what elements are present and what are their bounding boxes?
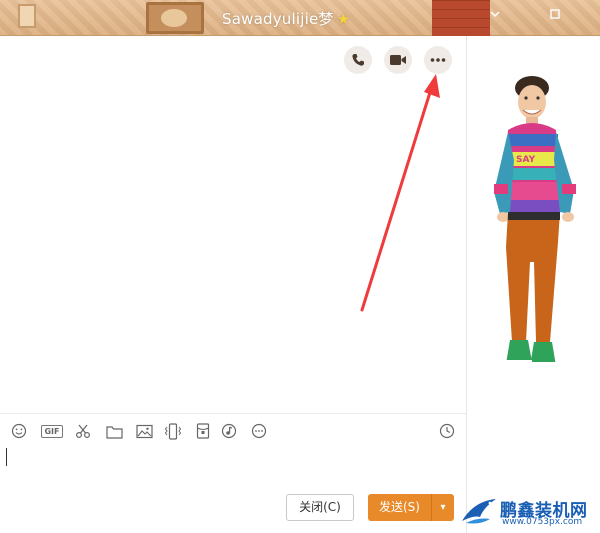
send-file-button[interactable] (105, 422, 123, 440)
ellipsis-icon (430, 58, 446, 62)
svg-text:SAY: SAY (516, 155, 536, 165)
clock-icon (439, 423, 455, 439)
close-button[interactable]: 关闭(C) (286, 494, 354, 521)
window-title: Sawadyulijie梦 ★ (222, 8, 350, 29)
contact-name: Sawadyulijie梦 (222, 10, 334, 28)
square-icon (550, 9, 560, 19)
gif-button[interactable]: GIF (40, 422, 64, 440)
screenshot-button[interactable] (74, 422, 92, 440)
music-icon (221, 423, 237, 439)
red-packet-icon (196, 423, 210, 439)
folder-icon (105, 425, 123, 439)
title-bar-decoration (18, 4, 36, 28)
circle-ellipsis-icon (251, 423, 267, 439)
star-icon: ★ (336, 10, 351, 28)
watermark-url: www.0753px.com (502, 517, 583, 527)
title-bar-decoration (146, 2, 204, 34)
chevron-down-icon (490, 11, 500, 18)
image-icon (135, 424, 153, 438)
send-button[interactable]: 发送(S) (368, 494, 432, 521)
input-toolbar: GIF (0, 413, 466, 447)
voice-call-button[interactable] (344, 46, 372, 74)
phone-icon (352, 54, 364, 66)
vibrate-phone-icon (164, 422, 182, 440)
text-caret (6, 448, 7, 466)
title-bar-decoration (432, 0, 490, 36)
bird-logo-icon (462, 499, 496, 524)
smiley-icon (11, 423, 27, 439)
site-watermark: 鹏鑫装机网 www.0753px.com (458, 493, 600, 533)
video-camera-icon (390, 55, 406, 65)
video-call-button[interactable] (384, 46, 412, 74)
red-packet-button[interactable] (194, 422, 212, 440)
minimize-button[interactable] (486, 8, 504, 26)
send-options-dropdown[interactable]: ▾ (432, 494, 454, 521)
more-tools-button[interactable] (250, 422, 268, 440)
shake-window-button[interactable] (164, 422, 182, 440)
maximize-button[interactable] (546, 8, 564, 26)
music-button[interactable] (220, 422, 238, 440)
send-image-button[interactable] (135, 422, 153, 440)
emoji-button[interactable] (10, 422, 28, 440)
title-bar[interactable]: Sawadyulijie梦 ★ (0, 0, 600, 36)
scissors-icon (75, 424, 91, 439)
message-history-button[interactable] (438, 422, 456, 440)
gif-icon: GIF (41, 424, 63, 438)
chat-window: Sawadyulijie梦 ★ SAY GIF 关闭(C) 发送(S) ▾ 鹏鑫… (0, 0, 600, 533)
avatar-show-figure: SAY (494, 76, 576, 367)
message-area[interactable] (0, 36, 466, 413)
more-options-button[interactable] (424, 46, 452, 74)
